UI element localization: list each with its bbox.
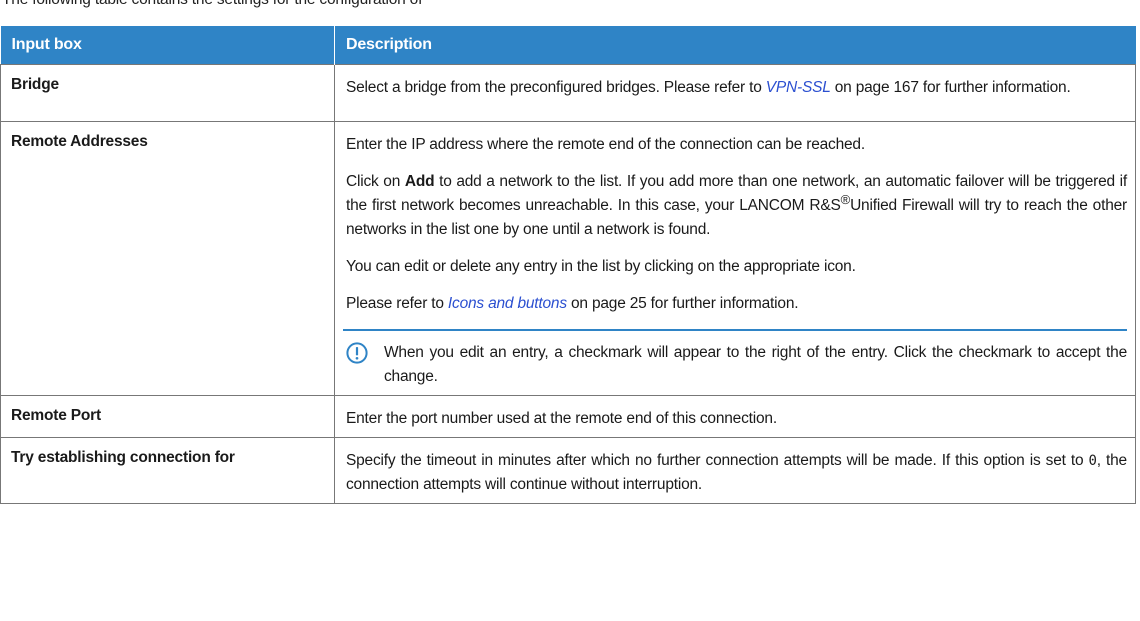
field-name-remote-addresses: Remote Addresses [0, 121, 335, 396]
field-description-remote-port: Enter the port number used at the remote… [334, 395, 1136, 438]
bridge-desc-text: Select a bridge from the preconfigured b… [346, 79, 766, 96]
bridge-desc-text-end: on page 167 for further information. [830, 79, 1071, 96]
para-4-text-start: Please refer to [346, 295, 448, 312]
add-keyword: Add [404, 173, 435, 190]
table-row-remote-addresses: Remote Addresses Enter the IP address wh… [0, 121, 1136, 396]
para-4-text-end: on page 25 for further information. [566, 295, 799, 312]
intro-text: The following table contains the setting… [2, 0, 422, 9]
try-connection-description: Specify the timeout in minutes after whi… [346, 449, 1127, 497]
remote-addresses-para-1: Enter the IP address where the remote en… [346, 136, 865, 153]
column-header-input-box: Input box [0, 26, 335, 65]
timeout-zero-value: 0 [1088, 453, 1097, 469]
field-description-bridge: Select a bridge from the preconfigured b… [334, 64, 1136, 122]
note-box: When you edit an entry, a checkmark will… [343, 329, 1127, 389]
column-header-description: Description [334, 26, 1136, 65]
icons-and-buttons-link[interactable]: Icons and buttons [448, 295, 567, 312]
settings-table: Input box Description Bridge Select a br… [0, 26, 1136, 504]
table-row-remote-port: Remote Port Enter the port number used a… [0, 395, 1136, 438]
vpn-ssl-link[interactable]: VPN-SSL [766, 79, 831, 96]
remote-addresses-para-3: You can edit or delete any entry in the … [346, 258, 856, 275]
registered-mark: ® [840, 192, 851, 207]
field-name-try-establishing-connection: Try establishing connection for [0, 437, 335, 504]
table-row-try-establishing-connection: Try establishing connection for Specify … [0, 437, 1136, 504]
note-text: When you edit an entry, a checkmark will… [384, 344, 1127, 385]
table-header-row: Input box Description [0, 26, 1136, 65]
remote-port-description: Enter the port number used at the remote… [346, 410, 777, 427]
field-description-remote-addresses: Enter the IP address where the remote en… [334, 121, 1136, 396]
try-connection-text-start: Specify the timeout in minutes after whi… [346, 452, 1089, 469]
field-description-try-establishing-connection: Specify the timeout in minutes after whi… [334, 437, 1136, 504]
remote-addresses-para-2: Click on Add to add a network to the lis… [346, 170, 1127, 242]
bridge-description: Select a bridge from the preconfigured b… [346, 76, 1127, 100]
para-2-text-start: Click on [346, 173, 405, 190]
exclamation-circle-icon [346, 342, 368, 364]
table-row-bridge: Bridge Select a bridge from the preconfi… [0, 64, 1136, 122]
remote-addresses-para-4: Please refer to Icons and buttons on pag… [346, 292, 1127, 316]
field-name-remote-port: Remote Port [0, 395, 335, 438]
field-name-bridge: Bridge [0, 64, 335, 122]
